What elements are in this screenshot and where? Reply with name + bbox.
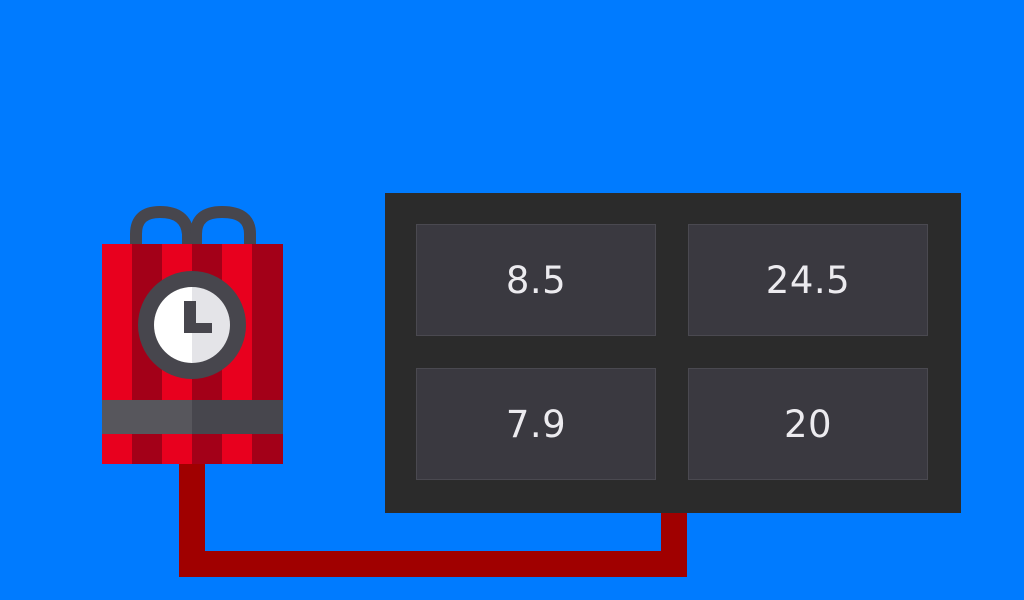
answer-panel: 8.5 24.5 7.9 20 — [385, 193, 961, 513]
clock-icon — [138, 271, 246, 379]
answer-button-1[interactable]: 8.5 — [416, 224, 656, 336]
answer-button-4[interactable]: 20 — [688, 368, 928, 480]
dynamite-timer-bomb-icon — [102, 205, 283, 464]
answer-button-3[interactable]: 7.9 — [416, 368, 656, 480]
answer-button-2[interactable]: 24.5 — [688, 224, 928, 336]
game-scene: 8.5 24.5 7.9 20 — [0, 0, 1024, 600]
